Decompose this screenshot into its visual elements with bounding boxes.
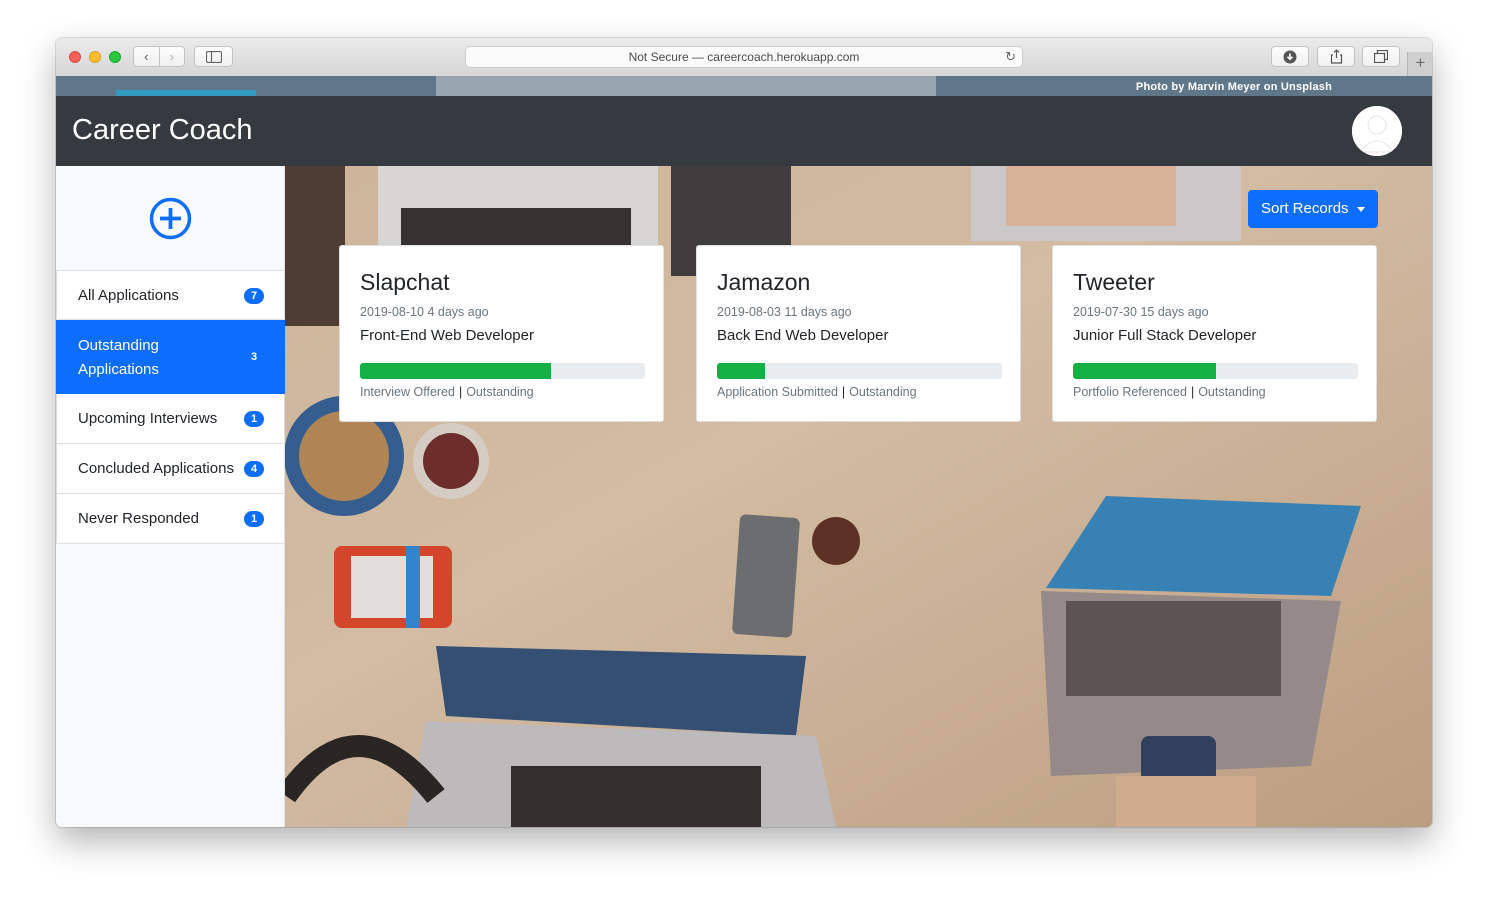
app-brand[interactable]: Career Coach: [72, 114, 253, 147]
caret-down-icon: [1357, 207, 1365, 212]
count-badge: 1: [244, 411, 264, 427]
date-text: 2019-08-10: [360, 305, 424, 319]
share-button[interactable]: [1317, 46, 1355, 67]
application-date: 2019-07-30 15 days ago: [1073, 305, 1209, 319]
progress-bar: [1073, 363, 1358, 379]
sidebar-item-all-applications[interactable]: All Applications 7: [56, 270, 285, 320]
ago-text: 15 days ago: [1140, 305, 1209, 319]
state-text: Outstanding: [849, 385, 917, 399]
count-badge: 1: [244, 511, 264, 527]
count-badge: 4: [244, 461, 264, 477]
sidebar-item-never-responded[interactable]: Never Responded 1: [56, 494, 285, 544]
job-title: Front-End Web Developer: [360, 327, 534, 344]
progress-fill: [360, 363, 551, 379]
share-icon: [1330, 49, 1342, 64]
sidebar-icon: [205, 50, 222, 63]
add-application-button[interactable]: [149, 197, 192, 240]
sort-records-label: Sort Records: [1261, 200, 1349, 217]
url-text: Not Secure — careercoach.herokuapp.com: [628, 50, 860, 64]
sidebar-item-label: Concluded Applications: [78, 460, 234, 477]
plus-circle-icon: [149, 197, 192, 240]
stage-text: Portfolio Referenced: [1073, 385, 1187, 399]
progress-fill: [1073, 363, 1216, 379]
downloads-button[interactable]: [1271, 46, 1309, 67]
download-icon: [1283, 50, 1297, 63]
application-card[interactable]: Jamazon 2019-08-03 11 days ago Back End …: [696, 245, 1021, 422]
sidebar-item-outstanding-applications[interactable]: Outstanding Applications 3: [56, 320, 285, 394]
sidebar-item-label: Never Responded: [78, 510, 199, 527]
progress-bar: [717, 363, 1002, 379]
forward-arrow-icon[interactable]: ›: [160, 47, 185, 66]
ago-text: 11 days ago: [784, 305, 852, 319]
state-text: Outstanding: [1198, 385, 1266, 399]
sidebar-item-label: Outstanding Applications: [78, 337, 159, 378]
zoom-window-button[interactable]: [109, 51, 121, 63]
close-window-button[interactable]: [69, 51, 81, 63]
back-arrow-icon[interactable]: ‹: [134, 47, 159, 66]
minimize-window-button[interactable]: [89, 51, 101, 63]
application-card[interactable]: Slapchat 2019-08-10 4 days ago Front-End…: [339, 245, 664, 422]
status-line: Interview Offered | Outstanding: [360, 385, 534, 399]
sidebar-item-upcoming-interviews[interactable]: Upcoming Interviews 1: [56, 394, 285, 444]
browser-toolbar: ‹ › Not Secure — careercoach.herokuapp.c…: [56, 38, 1432, 77]
stage-text: Interview Offered: [360, 385, 455, 399]
sidebar: All Applications 7 Outstanding Applicati…: [56, 166, 285, 827]
application-date: 2019-08-10 4 days ago: [360, 305, 489, 319]
company-name: Slapchat: [360, 269, 450, 295]
job-title: Junior Full Stack Developer: [1073, 327, 1257, 344]
company-name: Jamazon: [717, 269, 811, 295]
company-name: Tweeter: [1073, 269, 1155, 295]
ago-text: 4 days ago: [427, 305, 489, 319]
job-title: Back End Web Developer: [717, 327, 889, 344]
date-text: 2019-07-30: [1073, 305, 1137, 319]
show-tabs-button[interactable]: [1362, 46, 1400, 67]
app-navbar: Career Coach: [56, 96, 1432, 166]
reload-icon[interactable]: ↻: [1005, 47, 1016, 67]
photo-credit[interactable]: Photo by Marvin Meyer on Unsplash: [1136, 81, 1332, 93]
stage-text: Application Submitted: [717, 385, 838, 399]
sidebar-item-concluded-applications[interactable]: Concluded Applications 4: [56, 444, 285, 494]
progress-bar: [360, 363, 645, 379]
browser-window: ‹ › Not Secure — careercoach.herokuapp.c…: [56, 38, 1432, 827]
state-text: Outstanding: [466, 385, 534, 399]
application-date: 2019-08-03 11 days ago: [717, 305, 852, 319]
sidebar-toggle-button[interactable]: [194, 46, 233, 67]
history-nav: ‹ ›: [133, 46, 185, 67]
photo-credit-strip: Photo by Marvin Meyer on Unsplash: [56, 76, 1432, 96]
user-icon: [1352, 106, 1402, 156]
page-content: Photo by Marvin Meyer on Unsplash Career…: [56, 76, 1432, 827]
sidebar-item-label: Upcoming Interviews: [78, 410, 218, 427]
count-badge: 7: [244, 288, 264, 304]
user-avatar[interactable]: [1352, 106, 1402, 156]
sort-records-button[interactable]: Sort Records: [1248, 190, 1378, 228]
sidebar-item-label: All Applications: [78, 287, 179, 304]
progress-fill: [717, 363, 766, 379]
status-line: Application Submitted | Outstanding: [717, 385, 917, 399]
new-tab-plus-icon[interactable]: +: [1407, 52, 1432, 76]
application-card[interactable]: Tweeter 2019-07-30 15 days ago Junior Fu…: [1052, 245, 1377, 422]
date-text: 2019-08-03: [717, 305, 781, 319]
filter-list: All Applications 7 Outstanding Applicati…: [56, 270, 285, 544]
count-badge: 3: [250, 351, 258, 363]
status-line: Portfolio Referenced | Outstanding: [1073, 385, 1266, 399]
address-bar[interactable]: Not Secure — careercoach.herokuapp.com ↻: [465, 46, 1023, 68]
tabs-icon: [1374, 50, 1388, 63]
